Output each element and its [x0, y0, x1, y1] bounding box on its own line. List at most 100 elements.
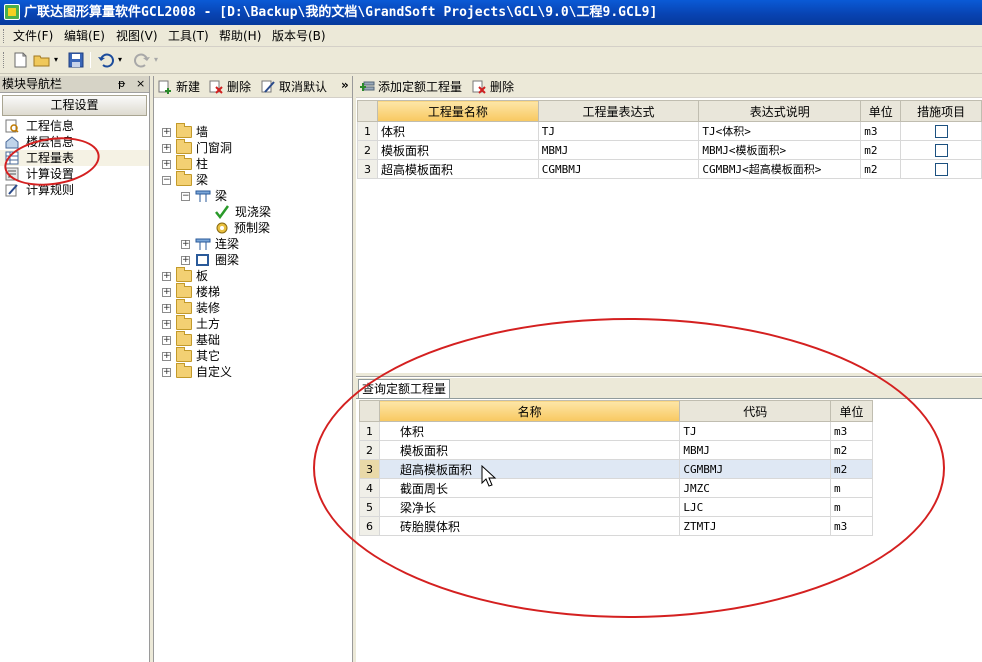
menu-tools[interactable]: 工具(T) — [168, 28, 209, 44]
add-quota-quantity-button[interactable]: 添加定额工程量 — [360, 78, 462, 96]
menu-version[interactable]: 版本号(B) — [272, 28, 326, 44]
tree-node[interactable]: − 梁 — [154, 171, 349, 188]
name-cell[interactable]: 模板面积 — [378, 440, 681, 460]
code-cell[interactable]: TJ — [679, 421, 832, 441]
menu-file[interactable]: 文件(F) — [13, 28, 53, 44]
menu-view[interactable]: 视图(V) — [116, 28, 158, 44]
open-dropdown-icon[interactable]: ▾ — [54, 55, 58, 64]
undo-dropdown-icon[interactable]: ▾ — [118, 55, 122, 64]
name-cell[interactable]: 梁净长 — [378, 497, 681, 517]
table-row[interactable]: 1 体积 TJ TJ<体积> m3 — [357, 121, 982, 141]
new-file-icon[interactable] — [10, 51, 30, 69]
expand-icon[interactable]: + — [162, 352, 171, 361]
expression-desc-cell[interactable]: MBMJ<模板面积> — [698, 140, 862, 160]
menu-edit[interactable]: 编辑(E) — [64, 28, 105, 44]
nav-item-calc-rules[interactable]: 计算规则 — [0, 182, 149, 198]
nav-item-calc-settings[interactable]: 计算设置 — [0, 166, 149, 182]
name-cell[interactable]: 体积 — [378, 421, 681, 441]
table-row[interactable]: 3 超高模板面积 CGMBMJ CGMBMJ<超高模板面积> m2 — [357, 159, 982, 179]
tree-node[interactable]: + 连梁 — [154, 236, 349, 252]
expand-icon[interactable]: + — [162, 288, 171, 297]
column-header[interactable]: 工程量名称 — [376, 100, 539, 122]
new-button[interactable]: 新建 — [158, 78, 200, 96]
expand-icon[interactable]: + — [162, 272, 171, 281]
code-cell[interactable]: LJC — [679, 497, 832, 517]
tree-node[interactable]: + 墙 — [154, 123, 349, 140]
nav-item-project-info[interactable]: 工程信息 — [0, 118, 149, 134]
unit-cell[interactable]: m2 — [860, 159, 902, 179]
expand-icon[interactable]: + — [162, 336, 171, 345]
expression-cell[interactable]: TJ — [537, 121, 700, 141]
column-header[interactable]: 代码 — [679, 400, 832, 422]
tab-query-quota-quantity[interactable]: 查询定额工程量 — [358, 379, 451, 398]
unit-cell[interactable]: m2 — [830, 440, 873, 460]
tree-node[interactable]: − 梁 — [154, 188, 349, 204]
close-icon[interactable]: × — [136, 76, 145, 92]
table-row[interactable]: 5 梁净长 LJC m — [359, 497, 873, 517]
expand-icon[interactable]: + — [162, 320, 171, 329]
expression-desc-cell[interactable]: CGMBMJ<超高模板面积> — [698, 159, 862, 179]
more-chevron-icon[interactable]: » — [341, 78, 349, 92]
expression-cell[interactable]: CGMBMJ — [537, 159, 700, 179]
group-project-settings[interactable]: 工程设置 — [2, 95, 147, 116]
name-cell[interactable]: 砖胎膜体积 — [378, 516, 681, 536]
table-row[interactable]: 1 体积 TJ m3 — [359, 421, 873, 441]
code-cell[interactable]: JMZC — [679, 478, 832, 498]
expand-icon[interactable]: + — [162, 368, 171, 377]
code-cell[interactable]: MBMJ — [679, 440, 832, 460]
tree-node[interactable]: + 门窗洞 — [154, 139, 349, 156]
table-row[interactable]: 2 模板面积 MBMJ MBMJ<模板面积> m2 — [357, 140, 982, 160]
table-row[interactable]: 6 砖胎膜体积 ZTMTJ m3 — [359, 516, 873, 536]
tree-node[interactable]: + 自定义 — [154, 363, 349, 380]
tree-node[interactable]: + 圈梁 — [154, 252, 349, 268]
cancel-default-button[interactable]: 取消默认 — [261, 78, 327, 96]
expression-cell[interactable]: MBMJ — [537, 140, 700, 160]
tree-node[interactable]: + 基础 — [154, 331, 349, 348]
expand-icon[interactable]: + — [162, 128, 171, 137]
tree-node[interactable]: 预制梁 — [154, 220, 349, 236]
collapse-icon[interactable]: − — [181, 192, 190, 201]
measure-checkbox[interactable] — [934, 143, 948, 157]
table-row[interactable]: 3 超高模板面积 CGMBMJ m2 — [359, 459, 873, 479]
unit-cell[interactable]: m2 — [830, 459, 873, 479]
column-header[interactable]: 表达式说明 — [698, 100, 862, 122]
code-cell[interactable]: ZTMTJ — [679, 516, 832, 536]
name-cell[interactable]: 超高模板面积 — [378, 459, 681, 479]
tree-node[interactable]: + 土方 — [154, 315, 349, 332]
undo-icon[interactable] — [96, 51, 116, 69]
measure-checkbox[interactable] — [934, 124, 948, 138]
quantity-name-cell[interactable]: 模板面积 — [376, 140, 539, 160]
expand-icon[interactable]: + — [181, 240, 190, 249]
unit-cell[interactable]: m3 — [830, 516, 873, 536]
nav-item-floor-info[interactable]: 楼层信息 — [0, 134, 149, 150]
column-header[interactable]: 措施项目 — [900, 100, 982, 122]
column-header[interactable]: 单位 — [860, 100, 902, 122]
expand-icon[interactable]: + — [162, 304, 171, 313]
expand-icon[interactable]: + — [162, 160, 171, 169]
redo-icon[interactable] — [132, 51, 152, 69]
collapse-icon[interactable]: − — [162, 176, 171, 185]
expression-desc-cell[interactable]: TJ<体积> — [698, 121, 862, 141]
expand-icon[interactable]: + — [162, 144, 171, 153]
tree-node[interactable]: + 柱 — [154, 155, 349, 172]
open-folder-icon[interactable] — [32, 51, 52, 69]
tree-node[interactable]: + 其它 — [154, 347, 349, 364]
unit-cell[interactable]: m3 — [830, 421, 873, 441]
column-header[interactable]: 名称 — [378, 400, 681, 422]
tree-node[interactable]: 现浇梁 — [154, 204, 349, 220]
save-icon[interactable] — [66, 51, 86, 69]
tree-node[interactable]: + 楼梯 — [154, 283, 349, 300]
pane-splitter[interactable] — [356, 372, 982, 377]
unit-cell[interactable]: m3 — [860, 121, 902, 141]
unit-cell[interactable]: m — [830, 497, 873, 517]
pin-icon[interactable]: ᵽ — [118, 76, 125, 92]
menu-help[interactable]: 帮助(H) — [219, 28, 261, 44]
code-cell[interactable]: CGMBMJ — [679, 459, 832, 479]
unit-cell[interactable]: m2 — [860, 140, 902, 160]
delete-quantity-button[interactable]: 删除 — [472, 78, 514, 96]
delete-button[interactable]: 删除 — [209, 78, 251, 96]
unit-cell[interactable]: m — [830, 478, 873, 498]
tree-node[interactable]: + 装修 — [154, 299, 349, 316]
expand-icon[interactable]: + — [181, 256, 190, 265]
nav-item-quantity-table[interactable]: 工程量表 — [0, 150, 149, 166]
